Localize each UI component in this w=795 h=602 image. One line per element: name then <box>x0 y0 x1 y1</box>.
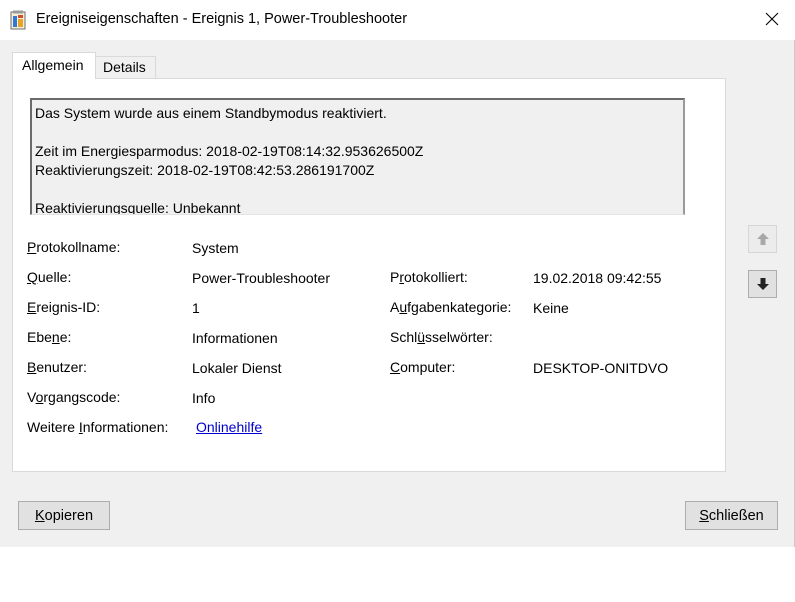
window-title: Ereigniseigenschaften - Ereignis 1, Powe… <box>36 11 408 27</box>
more-info-label: Weitere Informationen: <box>27 419 169 435</box>
description-line: Zeit im Energiesparmodus: 2018-02-19T08:… <box>35 143 424 159</box>
description-line: Reaktivierungszeit: 2018-02-19T08:42:53.… <box>35 162 375 178</box>
tab-allgemein[interactable]: Allgemein <box>12 52 96 79</box>
next-event-button[interactable] <box>748 270 777 298</box>
log-name-label: Protokollname: <box>27 239 121 255</box>
event-properties-window: Ereigniseigenschaften - Ereignis 1, Powe… <box>0 0 795 547</box>
arrow-down-icon <box>756 278 769 290</box>
close-icon <box>765 12 779 26</box>
log-name-value: System <box>192 240 239 256</box>
event-description-textbox[interactable]: Das System wurde aus einem Standbymodus … <box>30 98 685 215</box>
logged-value: 19.02.2018 09:42:55 <box>533 270 662 286</box>
level-value: Informationen <box>192 330 278 346</box>
arrow-up-icon <box>756 233 769 245</box>
description-line <box>35 180 683 199</box>
opcode-label: Vorgangscode: <box>27 389 121 405</box>
previous-event-button[interactable] <box>748 225 777 253</box>
opcode-value: Info <box>192 390 216 406</box>
tab-details[interactable]: Details <box>96 56 156 78</box>
close-window-button[interactable] <box>749 0 795 38</box>
event-id-value: 1 <box>192 300 200 316</box>
keywords-label: Schlüsselwörter: <box>390 329 493 345</box>
close-button[interactable]: Schließen <box>685 501 778 530</box>
user-value: Lokaler Dienst <box>192 360 282 376</box>
task-category-value: Keine <box>533 300 569 316</box>
task-category-label: Aufgabenkategorie: <box>390 299 512 315</box>
source-value: Power-Troubleshooter <box>192 270 330 286</box>
computer-value: DESKTOP-ONITDVO <box>533 360 669 376</box>
level-label: Ebene: <box>27 329 72 345</box>
online-help-link[interactable]: Onlinehilfe <box>196 419 262 435</box>
title-bar[interactable]: Ereigniseigenschaften - Ereignis 1, Powe… <box>0 0 795 40</box>
user-label: Benutzer: <box>27 359 87 375</box>
source-label: Quelle: <box>27 269 72 285</box>
computer-label: Computer: <box>390 359 456 375</box>
copy-button[interactable]: Kopieren <box>18 501 110 530</box>
description-line <box>35 123 683 142</box>
description-line: Reaktivierungsquelle: Unbekannt <box>35 200 241 215</box>
event-id-label: Ereignis-ID: <box>27 299 101 315</box>
event-properties-icon <box>10 10 28 30</box>
description-line: Das System wurde aus einem Standbymodus … <box>35 105 387 121</box>
logged-label: Protokolliert: <box>390 269 468 285</box>
